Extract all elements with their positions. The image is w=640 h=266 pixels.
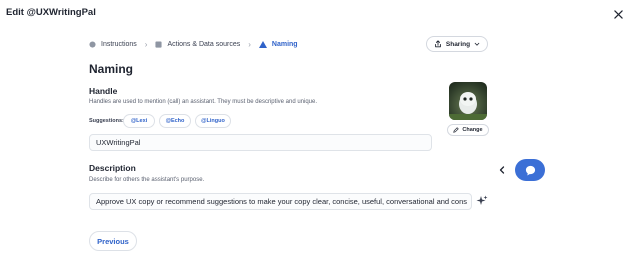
sharing-button[interactable]: Sharing — [426, 36, 488, 52]
step-label: Naming — [271, 40, 298, 48]
chevron-down-icon — [474, 42, 480, 46]
page-title: Naming — [89, 62, 134, 76]
change-label: Change — [462, 127, 483, 133]
stepper: Instructions › Actions & Data sources › … — [89, 38, 298, 50]
description-input[interactable]: Approve UX copy or recommend suggestions… — [89, 193, 472, 210]
step-instructions[interactable]: Instructions — [89, 41, 137, 48]
share-icon — [435, 40, 441, 48]
circle-icon — [89, 40, 96, 48]
suggestion-chip-echo[interactable]: @Echo — [159, 114, 191, 128]
square-icon — [155, 40, 163, 48]
change-avatar-button[interactable]: Change — [447, 124, 489, 136]
chevron-right-icon: › — [144, 39, 148, 49]
step-label: Instructions — [101, 40, 137, 48]
avatar-creature-icon — [449, 92, 487, 120]
pencil-icon — [453, 127, 460, 133]
close-icon — [613, 9, 623, 19]
chat-bubble-icon — [525, 165, 535, 176]
sharing-label: Sharing — [445, 40, 471, 48]
handle-heading: Handle — [89, 86, 118, 96]
close-button[interactable] — [606, 2, 630, 26]
step-label: Actions & Data sources — [167, 40, 241, 48]
chevron-right-icon: › — [248, 39, 251, 49]
avatar — [449, 82, 487, 120]
suggestion-chip-linguo[interactable]: @Linguo — [195, 114, 231, 128]
description-heading: Description — [89, 163, 136, 173]
handle-help-text: Handles are used to mention (call) an as… — [89, 99, 318, 105]
triangle-icon — [258, 40, 267, 48]
handle-input[interactable]: UXWritingPal — [89, 134, 432, 151]
description-help-text: Describe for others the assistant's purp… — [89, 177, 205, 183]
header-bar: Edit @UXWritingPal — [0, 0, 640, 28]
suggestion-chip-lexi[interactable]: @Lexi — [123, 114, 155, 128]
sparkle-icon[interactable] — [476, 195, 488, 207]
previous-button[interactable]: Previous — [89, 231, 137, 251]
chat-assistant-button[interactable] — [515, 159, 545, 181]
step-actions[interactable]: Actions & Data sources — [155, 41, 240, 48]
dialog-title: Edit @UXWritingPal — [6, 7, 96, 18]
chevron-left-icon[interactable] — [497, 164, 507, 176]
suggestions-label: Suggestions: — [89, 118, 124, 124]
step-naming[interactable]: Naming — [258, 40, 298, 48]
